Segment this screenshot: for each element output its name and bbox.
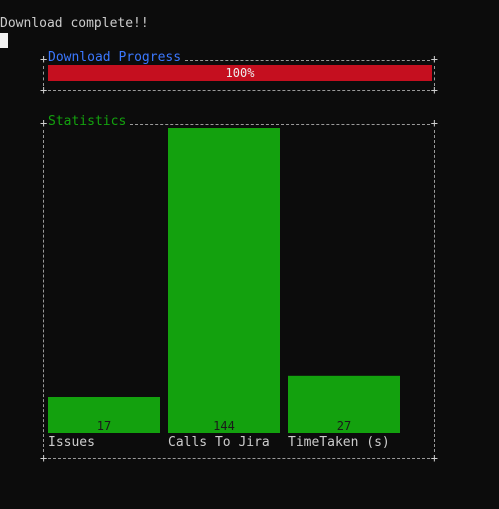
category-label: TimeTaken (s)	[288, 435, 390, 450]
bar-calls-to-jira	[168, 128, 280, 433]
statistics-bar-chart: 17Issues 144 Calls To Jira 27 TimeTaken (s)	[48, 128, 400, 450]
bar-value-label: 17	[97, 419, 111, 433]
bar-value-label: 27	[337, 419, 351, 433]
bar-value-label: 144	[213, 419, 235, 433]
category-label: Calls To Jira	[168, 435, 270, 450]
category-label: Issues	[48, 435, 95, 450]
